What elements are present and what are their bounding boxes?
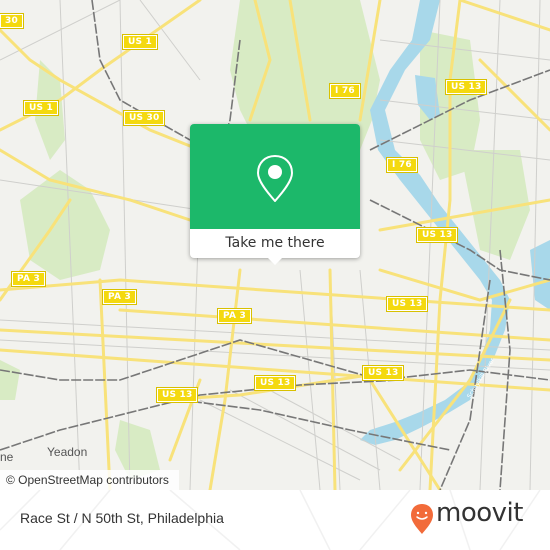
osm-attribution[interactable]: © OpenStreetMap contributors [0, 470, 179, 490]
route-shield-i76: I 76 [329, 83, 361, 99]
take-me-there-button[interactable]: Take me there [190, 229, 360, 258]
route-shield-i76: I 76 [386, 157, 418, 173]
route-shield-pa3: PA 3 [217, 308, 252, 324]
moovit-brand[interactable]: moovit [436, 498, 523, 528]
footer: Race St / N 50th St, Philadelphia moovit [0, 490, 550, 550]
map[interactable]: US 1 US 1 US 30 30 I 76 I 76 US 13 US 13… [0, 0, 550, 490]
popup-header [190, 124, 360, 229]
route-shield-us30: US 30 [122, 110, 166, 126]
place-label-yeadon: Yeadon [47, 445, 88, 459]
place-label: ne [0, 450, 14, 464]
destination-popup[interactable]: Take me there [190, 124, 360, 265]
route-shield-us1: US 1 [23, 100, 59, 116]
route-shield-pa3: PA 3 [11, 271, 46, 287]
route-shield-us13: US 13 [385, 296, 429, 312]
map-pin-icon [256, 154, 294, 202]
route-shield-us13: US 13 [155, 387, 199, 403]
route-shield-us30: 30 [0, 13, 24, 29]
route-shield-us1: US 1 [122, 34, 158, 50]
stop-address: Race St / N 50th St, Philadelphia [20, 510, 224, 526]
route-shield-us13: US 13 [361, 365, 405, 381]
attribution-text: © OpenStreetMap contributors [6, 473, 169, 487]
route-shield-us13: US 13 [444, 79, 488, 95]
popup-pointer [267, 257, 283, 265]
route-shield-pa3: PA 3 [102, 289, 137, 305]
route-shield-us13: US 13 [253, 375, 297, 391]
route-shield-us13: US 13 [415, 227, 459, 243]
moovit-logo-icon [411, 504, 433, 534]
